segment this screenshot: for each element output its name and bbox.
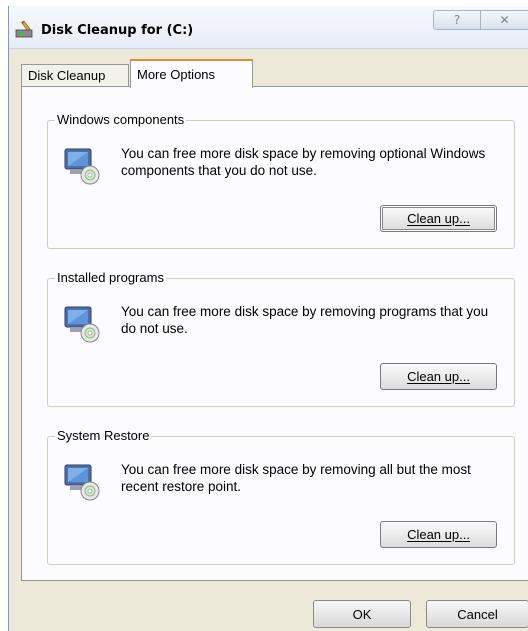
ok-button[interactable]: OK [313, 600, 411, 628]
windows-components-cleanup-button[interactable]: Clean up... [380, 205, 497, 232]
windows-components-group: Windows components You can free more dis… [47, 112, 515, 249]
close-icon: ✕ [499, 13, 510, 27]
caption-buttons: ? ✕ [433, 10, 528, 32]
installed-programs-group: Installed programs You can free more dis… [47, 270, 515, 407]
title-bar[interactable]: Disk Cleanup for (C:) ? ✕ [9, 6, 528, 49]
more-options-panel: Windows components You can free more dis… [21, 86, 528, 581]
computer-cd-icon [64, 306, 100, 343]
group-description: You can free more disk space by removing… [121, 304, 489, 336]
group-description: You can free more disk space by removing… [121, 146, 486, 178]
system-restore-group: System Restore You can free more disk sp… [47, 428, 515, 565]
computer-cd-icon [64, 464, 100, 501]
disk-cleanup-icon [15, 20, 33, 38]
tab-disk-cleanup[interactable]: Disk Cleanup [21, 64, 129, 87]
installed-programs-cleanup-button[interactable]: Clean up... [380, 363, 497, 390]
system-restore-cleanup-button[interactable]: Clean up... [380, 521, 497, 548]
close-button[interactable]: ✕ [481, 10, 528, 30]
group-label: Installed programs [55, 270, 166, 285]
help-icon: ? [453, 13, 461, 27]
computer-cd-icon [64, 148, 100, 185]
group-label: Windows components [55, 112, 187, 127]
tab-more-options[interactable]: More Options [130, 59, 253, 88]
disk-cleanup-dialog: Disk Cleanup for (C:) ? ✕ Disk Cleanup M… [8, 6, 528, 631]
group-description: You can free more disk space by removing… [121, 462, 471, 494]
group-label: System Restore [55, 428, 152, 443]
window-title: Disk Cleanup for (C:) [41, 23, 194, 38]
cancel-button[interactable]: Cancel [426, 600, 528, 628]
help-button[interactable]: ? [433, 10, 481, 30]
